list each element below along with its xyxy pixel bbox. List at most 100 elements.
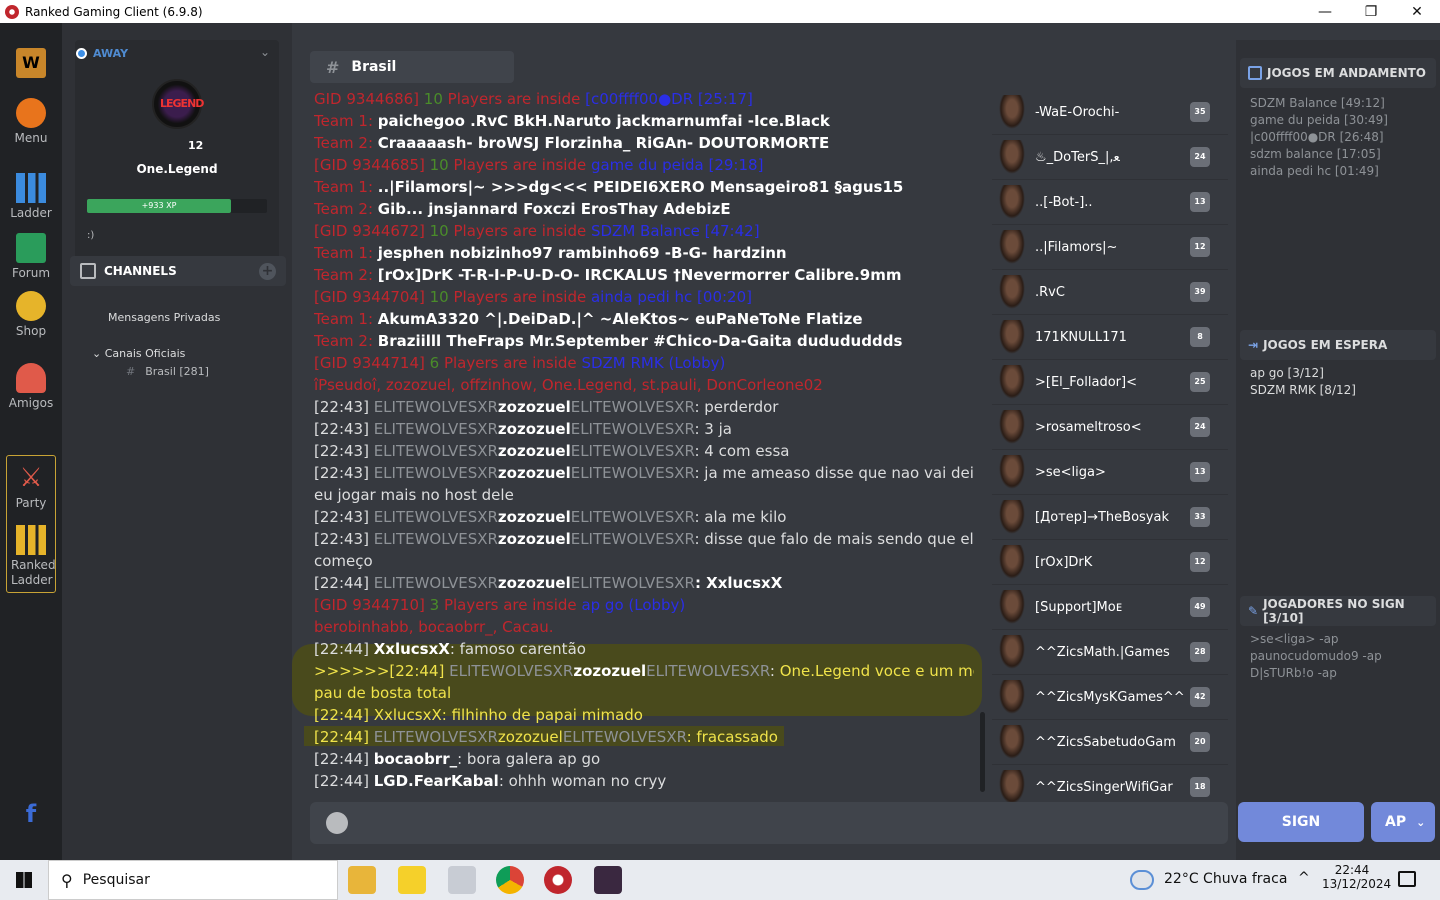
forum-icon (16, 233, 46, 263)
user-race-icon (999, 590, 1025, 624)
chat-line: Team 2: Braziilll TheFraps Mr.September … (314, 330, 974, 352)
list-item[interactable]: ap go [3/12] (1250, 365, 1356, 382)
user-row[interactable]: ^^ZicsSabetudoGam 20 (992, 720, 1228, 765)
chat-segment: 6 (424, 354, 444, 372)
nav-forum[interactable]: Forum (0, 233, 62, 280)
chat-segment: : XxlucsxX (694, 574, 783, 592)
chat-line: [22:43] ELITEWOLVESXRzozozuelELITEWOLVES… (314, 396, 974, 418)
chat-segment: Team 1: (314, 244, 378, 262)
chat-line: [22:44] XxlucsxX: famoso carentão (314, 638, 974, 660)
list-item[interactable]: ainda pedi hc [01:49] (1250, 163, 1388, 180)
chat-segment: [22:44] (314, 640, 374, 658)
list-item[interactable]: paunocudomudo9 -ap (1250, 648, 1382, 665)
close-button[interactable]: ✕ (1394, 0, 1440, 23)
nav-ranked-ladder[interactable]: Ranked Ladder (0, 525, 62, 588)
user-level-badge: 12 (1190, 237, 1210, 257)
nav-party[interactable]: ⚔ Party (0, 463, 62, 510)
ladder-chart-icon (16, 173, 46, 203)
user-level-badge: 8 (1190, 327, 1210, 347)
list-item[interactable]: >se<liga> -ap (1250, 631, 1382, 648)
chat-scrollbar[interactable] (980, 712, 985, 792)
user-row[interactable]: ♨_DoTerS_|,ﻌ 24 (992, 135, 1228, 180)
chevron-down-icon[interactable]: ⌄ (260, 45, 270, 59)
status-dropdown[interactable]: AWAY (76, 47, 128, 60)
user-row[interactable]: ^^ZicsMath.|Games 28 (992, 630, 1228, 675)
user-row[interactable]: [Support]Mᴏᴇ 49 (992, 585, 1228, 630)
list-item[interactable]: sdzm balance [17:05] (1250, 146, 1388, 163)
user-name: ♨_DoTerS_|,ﻌ (1035, 149, 1120, 165)
user-race-icon (999, 410, 1025, 444)
message-input[interactable] (310, 802, 1228, 844)
user-row[interactable]: >rosameltroso< 24 (992, 405, 1228, 450)
chat-segment: ..|Filamors|~ >>>dg<<< PEIDEI6XERO Mensa… (377, 178, 904, 196)
list-item[interactable]: |c00ffff00●DR [26:48] (1250, 129, 1388, 146)
rgc-icon[interactable] (544, 866, 572, 894)
user-race-icon (999, 230, 1025, 264)
chat-segment: LGD.FearKabal (373, 772, 499, 790)
chat-segment: >>>>>>[22:44] (314, 662, 450, 680)
user-row[interactable]: [rOx]DrK 12 (992, 540, 1228, 585)
warcraft-icon[interactable] (594, 866, 622, 894)
emoji-icon[interactable] (326, 812, 348, 834)
user-race-icon (999, 185, 1025, 219)
minimize-button[interactable]: — (1302, 0, 1348, 23)
user-row[interactable]: >[El_Follador]< 25 (992, 360, 1228, 405)
sticky-notes-icon[interactable] (398, 866, 426, 894)
weather-text[interactable]: 22°C Chuva fraca (1164, 871, 1287, 887)
user-row[interactable]: ..[-Bot-].. 13 (992, 180, 1228, 225)
chat-segment: [22:44] (314, 772, 374, 790)
ap-button[interactable]: AP ⌄ (1371, 802, 1435, 842)
user-row[interactable]: [Дотер]→TheBosyak 33 (992, 495, 1228, 540)
user-level-badge: 24 (1190, 417, 1210, 437)
user-row[interactable]: ..|Filamors|~ 12 (992, 225, 1228, 270)
windows-start-icon[interactable] (16, 872, 32, 888)
avatar[interactable]: LEGEND (152, 79, 204, 129)
user-row[interactable]: -WaE-Orochi- 35 (992, 90, 1228, 135)
chat-line: [GID 9344685] 10 Players are inside game… (314, 154, 974, 176)
list-item[interactable]: SDZM RMK [8/12] (1250, 382, 1356, 399)
user-name: [Support]Mᴏᴇ (1035, 599, 1123, 615)
facebook-icon[interactable]: f (0, 800, 62, 828)
weather-icon[interactable] (1130, 870, 1154, 890)
taskbar-search[interactable]: ⚲ Pesquisar (48, 860, 338, 900)
user-row[interactable]: ^^ZicsMysKGames^^ 42 (992, 675, 1228, 720)
nav-friends[interactable]: Amigos (0, 363, 62, 410)
maximize-button[interactable]: ❐ (1348, 0, 1394, 23)
chat-segment: Players are inside (453, 288, 591, 306)
sidebar: AWAY ⌄ LEGEND 12 One.Legend +933 XP :) C… (62, 23, 292, 860)
official-channels-group[interactable]: ⌄ Canais Oficiais (92, 347, 185, 360)
chat-segment: ELITEWOLVESXR (373, 574, 498, 592)
nav-menu[interactable]: Menu (0, 98, 62, 145)
file-explorer-icon[interactable] (348, 866, 376, 894)
channel-brasil[interactable]: # Brasil [281] (126, 365, 209, 378)
left-nav: W Menu Ladder Forum Shop Amigos ⚔ Party R… (0, 23, 62, 860)
list-item[interactable]: SDZM Balance [49:12] (1250, 95, 1388, 112)
right-panel: JOGOS EM ANDAMENTO SDZM Balance [49:12] g… (1236, 40, 1440, 860)
chat-segment: 3 (424, 596, 444, 614)
clock[interactable]: 22:44 13/12/2024 (1322, 863, 1391, 891)
list-item[interactable]: D|sTURb!o -ap (1250, 665, 1382, 682)
user-name: ..|Filamors|~ (1035, 239, 1118, 255)
list-item[interactable]: game du peida [30:49] (1250, 112, 1388, 129)
warcraft-logo-icon[interactable]: W (0, 48, 62, 81)
nav-ladder[interactable]: Ladder (0, 173, 62, 220)
sign-players-list: >se<liga> -ap paunocudomudo9 -ap D|sTURb!o… (1250, 631, 1382, 682)
chrome-icon[interactable] (496, 866, 524, 894)
user-row[interactable]: 171KNULL171 8 (992, 315, 1228, 360)
app-icon[interactable] (448, 866, 476, 894)
user-race-icon (999, 725, 1025, 759)
chevron-up-icon[interactable]: ^ (1298, 870, 1310, 886)
chat-segment: Players are inside (453, 156, 591, 174)
status-message[interactable]: :) (87, 230, 94, 241)
user-row[interactable]: >se<liga> 13 (992, 450, 1228, 495)
sign-button[interactable]: SIGN (1238, 802, 1364, 842)
chat-segment: [22:43] (314, 464, 374, 482)
chat-line: Team 1: jesphen nobizinho97 rambinho69 -… (314, 242, 974, 264)
games-waiting-header: ⇥ JOGOS EM ESPERA (1240, 330, 1436, 360)
add-channel-button[interactable]: + (259, 263, 276, 280)
user-row[interactable]: .RvC 39 (992, 270, 1228, 315)
nav-shop[interactable]: Shop (0, 291, 62, 338)
notification-icon[interactable] (1398, 871, 1416, 887)
channel-tab[interactable]: # Brasil (310, 51, 514, 83)
private-messages-link[interactable]: Mensagens Privadas (108, 311, 220, 324)
